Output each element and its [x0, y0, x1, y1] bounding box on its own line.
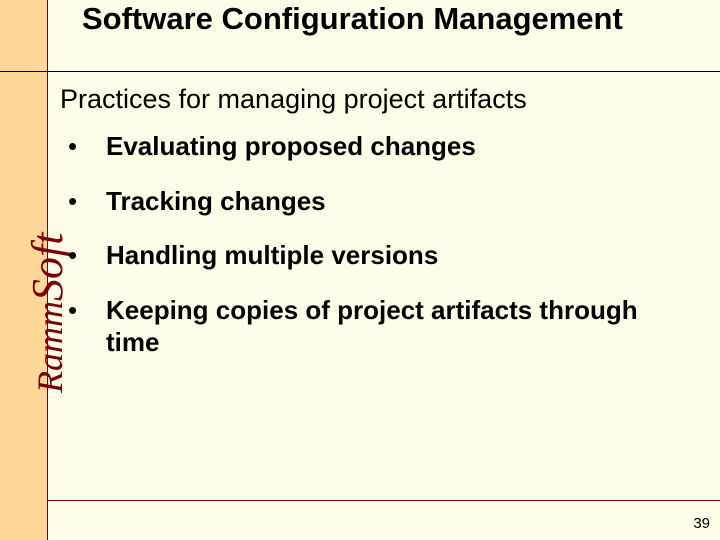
slide-title: Software Configuration Management — [82, 2, 623, 36]
bullet-icon: • — [64, 294, 106, 327]
page-number: 39 — [693, 515, 710, 532]
bullet-list: • Evaluating proposed changes • Tracking… — [64, 130, 684, 381]
bullet-text: Tracking changes — [106, 185, 326, 218]
footer-rule — [48, 500, 720, 501]
bullet-text: Evaluating proposed changes — [106, 130, 476, 163]
bullet-icon: • — [64, 239, 106, 272]
bullet-text: Handling multiple versions — [106, 239, 438, 272]
bullet-icon: • — [64, 130, 106, 163]
list-item: • Keeping copies of project artifacts th… — [64, 294, 684, 359]
list-item: • Handling multiple versions — [64, 239, 684, 272]
title-band: Software Configuration Management — [0, 0, 720, 72]
list-item: • Evaluating proposed changes — [64, 130, 684, 163]
slide-subtitle: Practices for managing project artifacts — [60, 84, 527, 115]
list-item: • Tracking changes — [64, 185, 684, 218]
bullet-icon: • — [64, 185, 106, 218]
bullet-text: Keeping copies of project artifacts thro… — [106, 294, 684, 359]
